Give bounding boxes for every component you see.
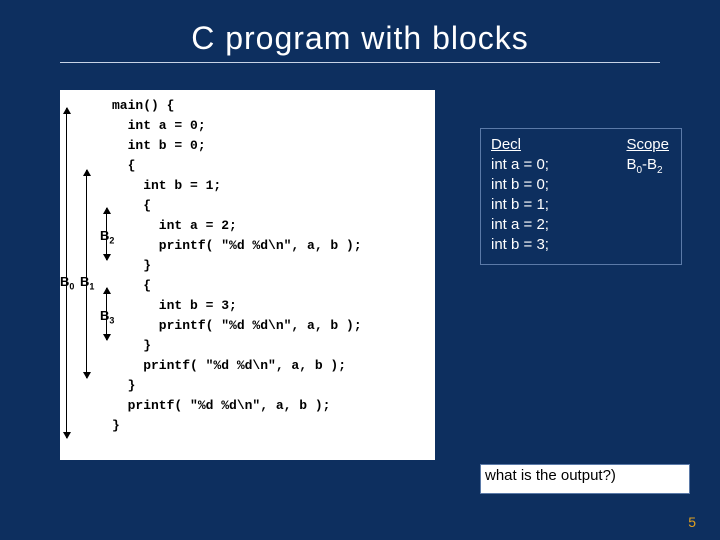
label-b2: B2 xyxy=(100,228,114,246)
title-underline xyxy=(60,62,660,63)
label-b3: B3 xyxy=(100,308,114,326)
decl-row: int b = 1; xyxy=(491,196,549,213)
decl-row: int a = 0; xyxy=(491,156,549,173)
label-b1: B1 xyxy=(80,274,94,292)
slide-title: C program with blocks xyxy=(0,20,720,57)
page-number: 5 xyxy=(688,514,696,530)
label-b0: B0 xyxy=(60,274,74,292)
scope-row: B0-B2 xyxy=(626,156,662,173)
output-question-box: what is the output?) xyxy=(480,464,690,494)
code-listing: main() { int a = 0; int b = 0; { int b =… xyxy=(60,90,435,440)
slide: C program with blocks main() { int a = 0… xyxy=(0,0,720,540)
decl-row: int b = 3; xyxy=(491,236,549,253)
decl-header: Decl xyxy=(491,136,521,153)
scope-column: Scope B0-B2 xyxy=(626,135,669,181)
bracket-b0 xyxy=(66,108,67,438)
scope-header: Scope xyxy=(626,136,669,153)
code-box: main() { int a = 0; int b = 0; { int b =… xyxy=(60,90,435,460)
output-question-text: what is the output?) xyxy=(485,467,616,484)
decl-row: int b = 0; xyxy=(491,176,549,193)
decl-column: Decl int a = 0; int b = 0; int b = 1; in… xyxy=(491,135,549,255)
decl-scope-box: Decl int a = 0; int b = 0; int b = 1; in… xyxy=(480,128,682,265)
decl-row: int a = 2; xyxy=(491,216,549,233)
